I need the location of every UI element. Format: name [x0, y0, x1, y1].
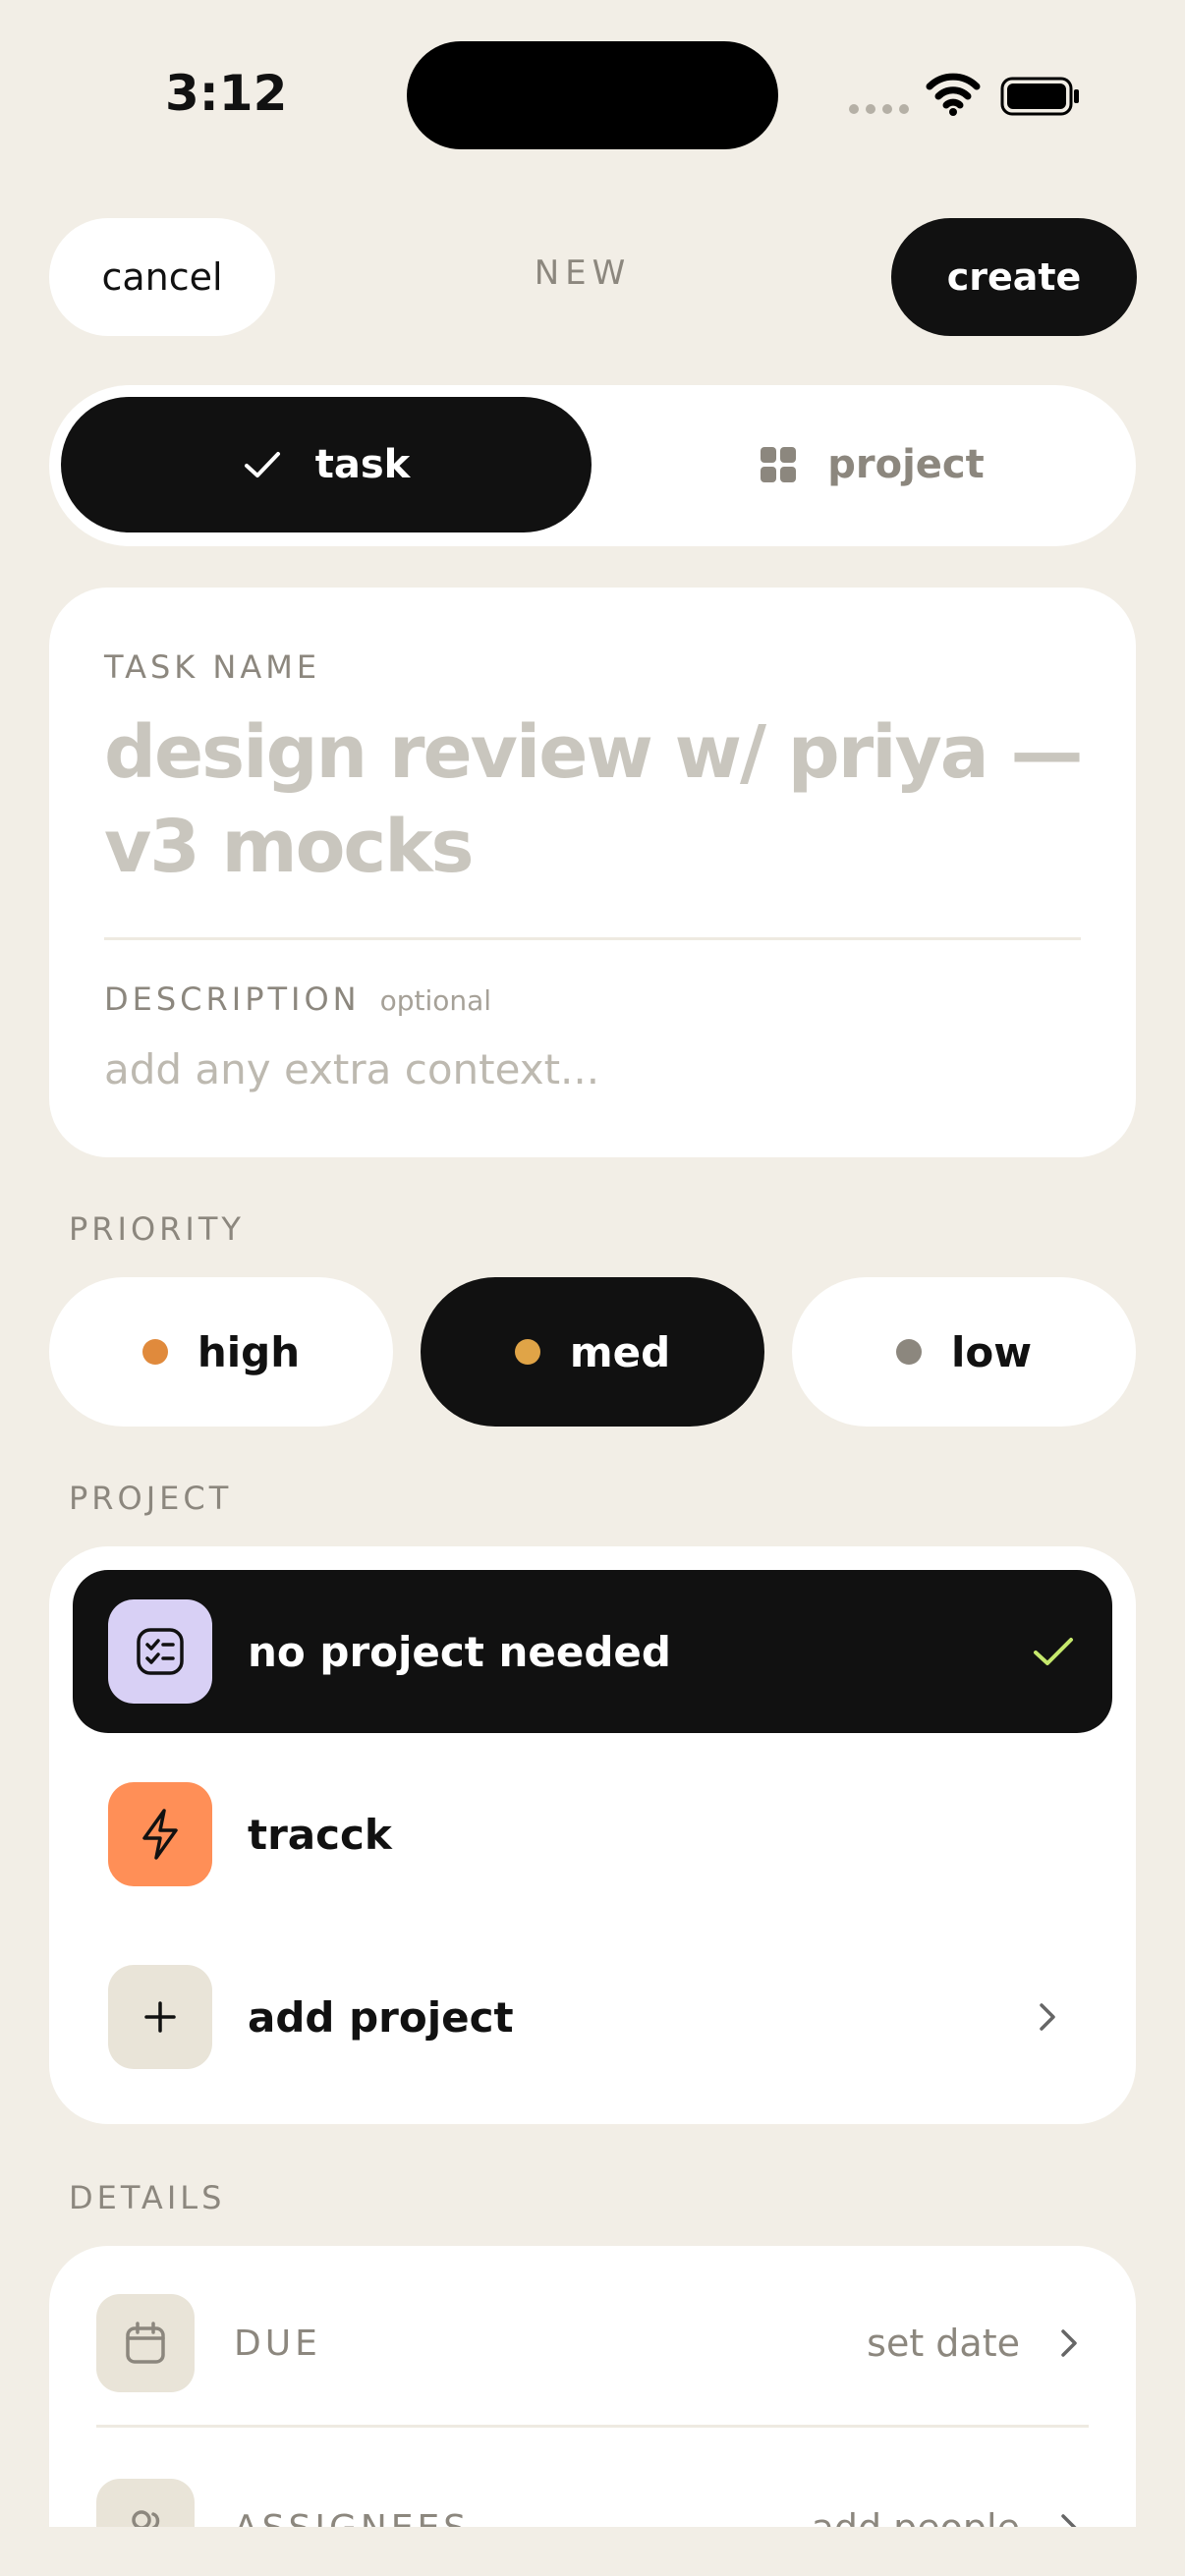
tab-project[interactable]: project: [619, 397, 1124, 532]
detail-value: set date: [867, 2322, 1020, 2365]
priority-med-button[interactable]: med: [421, 1277, 764, 1427]
detail-label: DUE: [234, 2323, 321, 2364]
project-section-label: PROJECT: [69, 1480, 233, 1517]
project-name: add project: [248, 1992, 514, 2042]
wifi-icon: [926, 73, 981, 116]
grid-icon: [761, 447, 797, 482]
priority-label: med: [569, 1327, 671, 1376]
task-details-card: TASK NAME design review w/ priya — v3 mo…: [49, 588, 1136, 1157]
chevron-right-icon: [1040, 2003, 1055, 2031]
divider: [96, 2425, 1089, 2428]
chevron-right-icon: [1061, 2329, 1077, 2357]
priority-dot-icon: [141, 1339, 168, 1365]
type-toggle: task project: [49, 385, 1136, 546]
bottom-safe-area: [0, 2527, 1185, 2576]
dynamic-island: [407, 41, 778, 149]
create-button[interactable]: create: [891, 218, 1137, 336]
cellular-signal-icon: [849, 104, 909, 114]
due-date-row[interactable]: DUE set date: [96, 2289, 1089, 2397]
optional-tag: optional: [379, 984, 492, 1017]
priority-low-button[interactable]: low: [792, 1277, 1136, 1427]
priority-section-label: PRIORITY: [69, 1210, 245, 1248]
priority-label: low: [950, 1327, 1033, 1376]
priority-high-button[interactable]: high: [49, 1277, 393, 1427]
details-section-label: DETAILS: [69, 2179, 226, 2216]
project-name: tracck: [248, 1810, 392, 1859]
tab-task-label: task: [314, 442, 411, 487]
task-name-input[interactable]: design review w/ priya — v3 mocks: [104, 705, 1097, 894]
project-name: no project needed: [248, 1627, 671, 1676]
tab-project-label: project: [827, 442, 985, 487]
project-item-none[interactable]: no project needed: [73, 1570, 1112, 1733]
add-project-button[interactable]: add project: [73, 1935, 1112, 2099]
priority-label: high: [197, 1327, 301, 1376]
priority-dot-icon: [895, 1339, 922, 1365]
project-list-card: no project needed tracck add project: [49, 1546, 1136, 2124]
calendar-icon: [96, 2294, 195, 2392]
page-title: NEW: [534, 253, 632, 293]
divider: [104, 937, 1081, 940]
project-item-tracck[interactable]: tracck: [73, 1753, 1112, 1916]
status-time: 3:12: [165, 65, 288, 122]
tab-task[interactable]: task: [61, 397, 592, 532]
battery-icon: [1000, 77, 1079, 116]
task-name-label: TASK NAME: [104, 648, 321, 686]
description-input[interactable]: add any extra context...: [104, 1045, 599, 1093]
checklist-icon: [108, 1599, 212, 1704]
new-item-screen: 3:12 cancel NEW create task project TASK…: [0, 0, 1185, 2576]
priority-dot-icon: [514, 1339, 540, 1365]
plus-icon: [108, 1965, 212, 2069]
selected-check-icon: [1034, 1638, 1073, 1665]
lightning-icon: [108, 1782, 212, 1886]
description-label: DESCRIPTION: [104, 980, 361, 1018]
check-icon: [244, 452, 280, 477]
description-label-row: DESCRIPTION optional: [104, 980, 491, 1018]
cancel-button[interactable]: cancel: [49, 218, 275, 336]
